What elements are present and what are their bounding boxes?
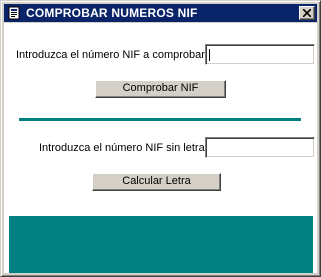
check-nif-button[interactable]: Comprobar NIF — [95, 80, 226, 98]
section-divider — [19, 118, 301, 121]
nif-window: COMPROBAR NUMEROS NIF Introduzca el núme… — [0, 0, 321, 277]
nif-calc-label: Introduzca el número NIF sin letra: — [39, 142, 208, 154]
form-area: Introduzca el número NIF a comprobar: Co… — [4, 23, 317, 273]
footer-panel — [9, 216, 313, 273]
title-bar[interactable]: COMPROBAR NUMEROS NIF — [4, 4, 317, 22]
nif-check-input[interactable] — [205, 44, 315, 65]
window-title: COMPROBAR NUMEROS NIF — [26, 6, 198, 20]
close-button[interactable] — [299, 6, 315, 20]
app-window-icon — [7, 6, 21, 20]
close-icon — [303, 9, 311, 17]
text-caret — [209, 49, 210, 61]
nif-calc-input[interactable] — [205, 137, 315, 158]
nif-check-label: Introduzca el número NIF a comprobar: — [16, 49, 208, 61]
calculate-letter-button[interactable]: Calcular Letra — [92, 173, 221, 191]
